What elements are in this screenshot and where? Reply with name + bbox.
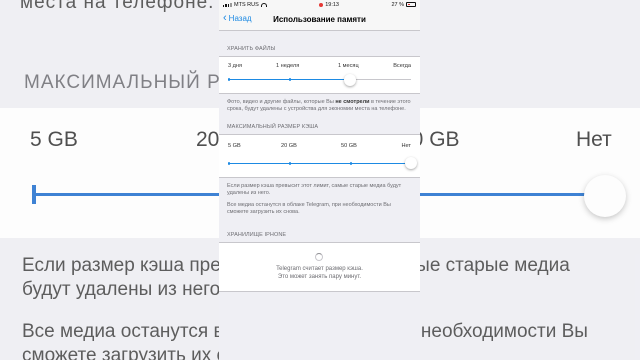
phone-screen: MTS RUS 19:13 27 % ‹ Назад Использование… — [219, 0, 420, 360]
status-time: 19:13 — [325, 1, 339, 8]
page-title: Использование памяти — [273, 15, 366, 24]
keep-media-tick-forever: Всегда — [393, 63, 411, 69]
keep-media-card: 3 дня 1 неделя 1 месяц Всегда — [219, 56, 420, 94]
keep-media-tick-1-month: 1 месяц — [338, 63, 359, 69]
loading-spinner-icon — [315, 253, 323, 262]
keep-media-tick-3-days: 3 дня — [228, 63, 243, 69]
wifi-icon — [260, 2, 267, 7]
keep-media-note: Фото, видео и другие файлы, которые Вы н… — [227, 99, 411, 113]
cache-slider-fill — [228, 162, 411, 164]
recording-icon — [319, 2, 324, 7]
storage-card: Telegram считает размер кэша. Это может … — [219, 242, 420, 293]
navigation-bar: ‹ Назад Использование памяти — [219, 9, 420, 31]
cache-size-card: 5 GB 20 GB 50 GB Нет — [219, 133, 420, 178]
signal-icon — [223, 2, 232, 7]
battery-icon — [406, 2, 416, 7]
cache-size-note-1: Если размер кэша превысит этот лимит, са… — [227, 182, 402, 197]
cache-slider-knob[interactable] — [405, 157, 417, 170]
status-bar: MTS RUS 19:13 27 % — [219, 0, 420, 9]
keep-media-slider-knob[interactable] — [344, 73, 356, 86]
storage-calculating-line-1: Telegram считает размер кэша. — [276, 266, 363, 273]
storage-calculating-line-2: Это может занять пару минут. — [277, 274, 362, 281]
keep-media-tick-1-week: 1 неделя — [276, 63, 300, 69]
cache-tick-20gb: 20 GB — [281, 142, 297, 149]
cache-tick-none: Нет — [401, 142, 411, 149]
cache-tick-50gb: 50 GB — [341, 142, 357, 149]
cache-tick-5gb: 5 GB — [228, 142, 241, 149]
battery-percent: 27 % — [391, 1, 404, 8]
carrier-label: MTS RUS — [234, 1, 259, 8]
cache-size-note-2: Все медиа останутся в облаке Telegram, п… — [227, 201, 391, 216]
